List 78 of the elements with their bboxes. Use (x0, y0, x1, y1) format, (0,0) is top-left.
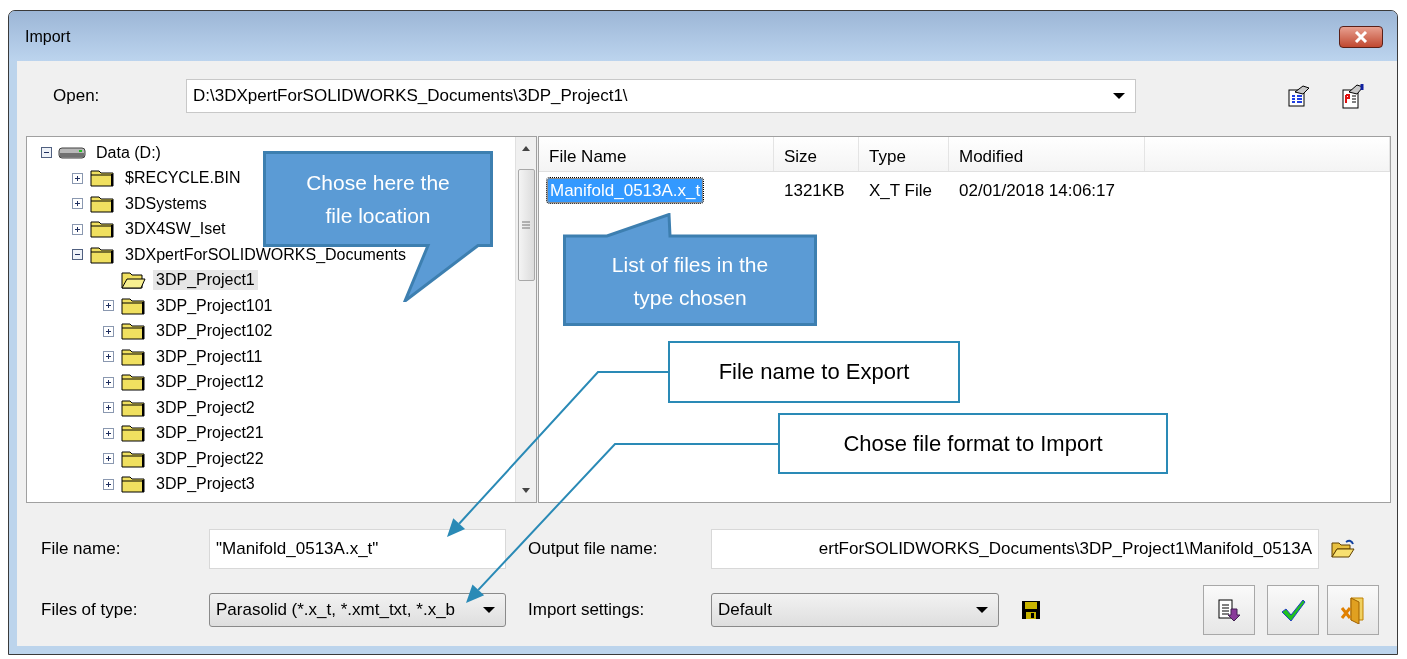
column-header[interactable]: Modified (949, 137, 1145, 171)
expand-icon[interactable] (103, 453, 114, 465)
expand-icon[interactable] (72, 198, 83, 210)
file-name-field[interactable]: "Manifold_0513A.x_t" (209, 529, 506, 569)
folder-icon (89, 244, 115, 265)
output-file-name-label: Output file name: (527, 539, 659, 559)
close-button[interactable] (1339, 26, 1383, 48)
tree-item[interactable]: 3DP_Project3 (153, 474, 258, 495)
callout: List of files in the type chosen (563, 213, 817, 326)
expand-icon[interactable] (72, 172, 83, 184)
expand-icon[interactable] (103, 427, 114, 439)
collapse-icon[interactable] (72, 249, 83, 261)
tree-item[interactable]: 3DP_Project12 (153, 372, 267, 393)
exit-button[interactable] (1327, 585, 1379, 635)
expand-icon[interactable] (72, 223, 83, 235)
tree-item[interactable]: $RECYCLE.BIN (122, 168, 244, 189)
expand-icon[interactable] (103, 351, 114, 363)
folder-icon (120, 346, 146, 367)
tree-item[interactable]: 3DP_Project1 (153, 270, 258, 291)
tree-item[interactable]: Data (D:) (93, 142, 164, 163)
expand-icon[interactable] (103, 376, 114, 388)
import-settings-label: Import settings: (527, 600, 646, 620)
folder-icon (89, 193, 115, 214)
grip-icon (521, 221, 531, 229)
files-of-type-label: Files of type: (40, 600, 139, 620)
column-header[interactable]: File Name (539, 137, 774, 171)
tree-item[interactable]: 3DP_Project101 (153, 295, 276, 316)
tree-item[interactable]: 3DX4SW_Iset (122, 219, 229, 240)
ok-button[interactable] (1267, 585, 1319, 635)
expand-icon[interactable] (103, 300, 114, 312)
file-name-label: File name: (40, 539, 122, 559)
folder-icon[interactable] (1331, 539, 1355, 559)
table-cell-text: X_T File (868, 180, 933, 202)
collapse-icon[interactable] (41, 147, 52, 159)
save-icon[interactable] (1021, 600, 1041, 620)
file-type-dropdown[interactable]: Parasolid (*.x_t, *.xmt_txt, *.x_b (209, 593, 506, 627)
expand-icon[interactable] (103, 478, 114, 490)
checkmark-icon (1279, 597, 1307, 623)
properties-icon[interactable] (1341, 83, 1365, 109)
properties-icon[interactable] (1287, 84, 1311, 108)
folder-icon (120, 321, 146, 342)
folder-icon (89, 219, 115, 240)
expand-icon[interactable] (103, 325, 114, 337)
path-dropdown[interactable]: D:\3DXpertForSOLIDWORKS_Documents\3DP_Project1\ (186, 79, 1136, 113)
tree-item[interactable]: 3DP_Project102 (153, 321, 276, 342)
folder-icon (120, 474, 146, 495)
document-arrow-icon (1216, 597, 1242, 623)
folder-icon (120, 423, 146, 444)
open-folder-icon (120, 270, 146, 291)
import-settings-dropdown[interactable]: Default (711, 593, 999, 627)
tree-item[interactable]: 3DP_Project2 (153, 397, 258, 418)
tree-item[interactable]: 3DP_Project11 (153, 346, 266, 367)
drive-icon (58, 145, 86, 160)
table-cell-text: 02/01/2018 14:06:17 (958, 180, 1116, 202)
import-button[interactable] (1203, 585, 1255, 635)
callout: File name to Export (668, 341, 960, 403)
folder-icon (120, 448, 146, 469)
column-header[interactable]: Size (774, 137, 859, 171)
scroll-down-icon[interactable] (521, 488, 531, 494)
open-label: Open: (52, 86, 101, 106)
tree-item[interactable]: 3DXpertForSOLIDWORKS_Documents (122, 244, 409, 265)
folder-icon (120, 295, 146, 316)
scroll-up-icon[interactable] (521, 145, 531, 151)
scrollbar[interactable] (515, 137, 536, 502)
folder-icon (120, 372, 146, 393)
output-file-name-field[interactable]: ertForSOLIDWORKS_Documents\3DP_Project1\Manifold_0513A (711, 529, 1319, 569)
tree-item[interactable]: 3DP_Project22 (153, 448, 267, 469)
folder-icon (89, 168, 115, 189)
close-icon (1353, 31, 1369, 43)
table-cell-text: 1321KB (783, 180, 846, 202)
tree-item[interactable]: 3DSystems (122, 193, 210, 214)
window-title: Import (25, 28, 72, 46)
column-header[interactable]: Type (859, 137, 949, 171)
callout: Chose file format to Import (778, 413, 1168, 474)
exit-door-icon (1339, 596, 1367, 624)
expand-icon[interactable] (103, 402, 114, 414)
folder-icon (120, 397, 146, 418)
tree-item[interactable]: 3DP_Project21 (153, 423, 267, 444)
